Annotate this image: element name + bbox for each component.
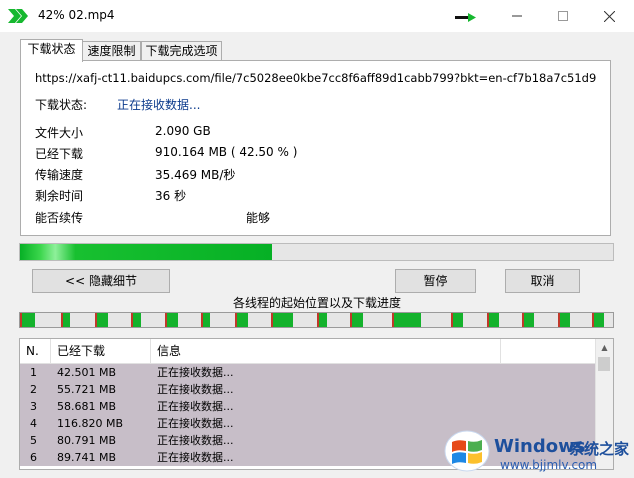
column-header-empty — [501, 339, 596, 363]
status-value: 正在接收数据... — [117, 98, 201, 112]
watermark-url: www.bjjmlv.com — [500, 458, 598, 472]
thread-segment — [20, 313, 36, 327]
maximize-button[interactable] — [540, 0, 586, 32]
tab-completion-options[interactable]: 下载完成选项 — [141, 41, 222, 61]
download-url: https://xafj-ct11.baidupcs.com/file/7c50… — [35, 71, 597, 85]
thread-segment — [234, 313, 248, 327]
thread-segment — [451, 313, 463, 327]
minimize-icon — [512, 15, 522, 17]
threads-progress-bar — [19, 312, 614, 328]
row-number: 2 — [30, 383, 37, 396]
thread-segment — [349, 313, 363, 327]
thread-segment — [95, 313, 109, 327]
thread-segment — [200, 313, 211, 327]
thread-segment — [592, 313, 605, 327]
row-number: 6 — [30, 451, 37, 464]
hide-details-button[interactable]: << 隐藏细节 — [32, 269, 170, 293]
pin-icon[interactable] — [455, 12, 477, 22]
watermark: Windows 系统之家 www.bjjmlv.com — [432, 424, 632, 478]
thread-segment — [270, 313, 294, 327]
downloaded-label: 已经下载 — [35, 147, 84, 161]
file-size-value: 2.090 GB — [155, 124, 211, 138]
table-row[interactable]: 2 55.721 MB 正在接收数据... — [20, 381, 596, 398]
app-icon — [8, 9, 28, 23]
column-header-n[interactable]: N. — [20, 339, 51, 363]
row-info: 正在接收数据... — [157, 434, 234, 447]
table-row[interactable]: 1 42.501 MB 正在接收数据... — [20, 364, 596, 381]
row-downloaded: 55.721 MB — [57, 383, 117, 396]
thread-segment — [486, 313, 499, 327]
download-progress-fill — [20, 244, 273, 260]
downloaded-value: 910.164 MB ( 42.50 % ) — [155, 145, 298, 159]
row-downloaded: 58.681 MB — [57, 400, 117, 413]
row-number: 5 — [30, 434, 37, 447]
pause-button[interactable]: 暂停 — [395, 269, 476, 293]
row-info: 正在接收数据... — [157, 417, 234, 430]
row-info: 正在接收数据... — [157, 366, 234, 379]
row-downloaded: 89.741 MB — [57, 451, 117, 464]
tab-download-status[interactable]: 下载状态 — [20, 39, 83, 62]
row-info: 正在接收数据... — [157, 451, 234, 464]
watermark-cn: 系统之家 — [569, 440, 630, 458]
table-header: N. 已经下载 信息 — [20, 339, 596, 364]
close-icon — [603, 10, 615, 22]
window-title: 42% 02.mp4 — [38, 8, 115, 22]
table-row[interactable]: 3 58.681 MB 正在接收数据... — [20, 398, 596, 415]
speed-label: 传输速度 — [35, 168, 84, 182]
row-downloaded: 42.501 MB — [57, 366, 117, 379]
row-number: 3 — [30, 400, 37, 413]
thread-segment — [391, 313, 422, 327]
column-header-info[interactable]: 信息 — [151, 339, 501, 363]
cancel-button[interactable]: 取消 — [505, 269, 580, 293]
maximize-icon — [558, 11, 568, 21]
resumable-value: 能够 — [246, 211, 271, 225]
thread-segment — [521, 313, 534, 327]
scroll-up-icon[interactable]: ▲ — [596, 339, 613, 356]
minimize-button[interactable] — [494, 0, 540, 32]
row-number: 1 — [30, 366, 37, 379]
remaining-time-label: 剩余时间 — [35, 189, 84, 203]
remaining-time-value: 36 秒 — [155, 189, 187, 203]
row-downloaded: 116.820 MB — [57, 417, 124, 430]
thread-segment — [60, 313, 71, 327]
row-downloaded: 80.791 MB — [57, 434, 117, 447]
tab-speed-limit[interactable]: 速度限制 — [82, 41, 141, 61]
row-info: 正在接收数据... — [157, 383, 234, 396]
threads-label: 各线程的起始位置以及下载进度 — [232, 296, 401, 310]
speed-value: 35.469 MB/秒 — [155, 168, 236, 182]
thread-segment — [131, 313, 141, 327]
resumable-label: 能否续传 — [35, 211, 84, 225]
row-info: 正在接收数据... — [157, 400, 234, 413]
status-label: 下载状态: — [35, 98, 88, 112]
row-number: 4 — [30, 417, 37, 430]
thread-segment — [316, 313, 328, 327]
close-button[interactable] — [586, 0, 632, 32]
thread-segment — [557, 313, 570, 327]
scroll-thumb[interactable] — [598, 357, 610, 371]
status-panel: https://xafj-ct11.baidupcs.com/file/7c50… — [20, 60, 611, 236]
thread-segment — [165, 313, 179, 327]
windows-logo-icon — [444, 430, 490, 472]
title-bar: 42% 02.mp4 — [0, 0, 634, 32]
file-size-label: 文件大小 — [35, 126, 84, 140]
column-header-downloaded[interactable]: 已经下载 — [51, 339, 151, 363]
download-progress-bar — [19, 243, 614, 261]
